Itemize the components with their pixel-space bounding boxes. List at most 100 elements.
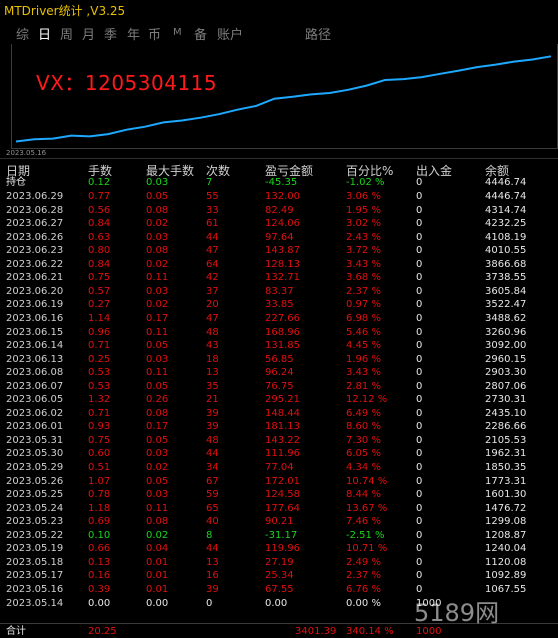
- cell-pl: 83.37: [265, 285, 294, 297]
- cell-max_lots: 0.02: [146, 299, 169, 311]
- table-row[interactable]: 2023.06.23 0.80 0.08 47 143.87 3.72 % 0 4010.55: [0, 244, 558, 257]
- cell-lots: 0.84: [88, 258, 111, 270]
- cell-inout: 0: [416, 231, 423, 243]
- cell-date: 2023.06.19: [6, 299, 64, 311]
- table-row[interactable]: 2023.06.07 0.53 0.05 35 76.75 2.81 % 0 2807.06: [0, 380, 558, 393]
- cell-max_lots: 0.01: [146, 583, 169, 595]
- cell-lots: 0.71: [88, 340, 111, 352]
- cell-inout: 0: [416, 516, 423, 528]
- cell-balance: 2435.10: [485, 407, 527, 419]
- table-row[interactable]: 2023.06.05 1.32 0.26 21 295.21 12.12 % 0 2730.3…: [0, 393, 558, 406]
- table-row[interactable]: 2023.05.30 0.60 0.03 44 111.96 6.05 % 0 1962.31: [0, 447, 558, 460]
- cell-inout: 0: [416, 312, 423, 324]
- cell-date: 2023.06.21: [6, 272, 64, 284]
- cell-count: 47: [206, 245, 219, 257]
- table-row[interactable]: 2023.06.14 0.71 0.05 43 131.85 4.45 % 0 3092.00: [0, 339, 558, 352]
- cell-lots: 1.14: [88, 312, 111, 324]
- table-row[interactable]: 2023.06.16 1.14 0.17 47 227.66 6.98 % 0 3488.62: [0, 312, 558, 325]
- table-row[interactable]: 2023.05.22 0.10 0.02 8 -31.17 -2.51 % 0 1208.87: [0, 529, 558, 542]
- cell-date: 2023.06.05: [6, 394, 64, 406]
- tab-10[interactable]: 路径: [305, 24, 331, 43]
- cell-pl: 148.44: [265, 407, 300, 419]
- cell-max_lots: 0.26: [146, 394, 169, 406]
- tab-3[interactable]: 月: [82, 24, 95, 43]
- cell-pl: 67.55: [265, 583, 294, 595]
- cell-date: 2023.06.20: [6, 285, 64, 297]
- cell-pl: 181.13: [265, 421, 300, 433]
- cell-lots: 0.63: [88, 231, 111, 243]
- open-positions-row[interactable]: 持仓 0.12 0.03 7 -45.35 -1.02 % 0 4446.74: [0, 176, 558, 189]
- tab-8[interactable]: 备: [194, 24, 207, 43]
- table-row[interactable]: 2023.06.26 0.63 0.03 44 97.64 2.43 % 0 4108.19: [0, 231, 558, 244]
- cell-inout: 0: [416, 380, 423, 392]
- cell-pl: 0.00: [265, 597, 288, 609]
- table-row[interactable]: 2023.05.29 0.51 0.02 34 77.04 4.34 % 0 1850.35: [0, 461, 558, 474]
- table-row[interactable]: 2023.06.15 0.96 0.11 48 168.96 5.46 % 0 3260.96: [0, 326, 558, 339]
- cell-count: 37: [206, 285, 219, 297]
- cell-pl: 172.01: [265, 475, 300, 487]
- cell-pct: 6.76 %: [346, 583, 381, 595]
- cell-inout: 0: [416, 556, 423, 568]
- cell-pct: 4.34 %: [346, 462, 381, 473]
- cell-balance: 4446.74: [485, 177, 527, 188]
- cell-balance: 1092.89: [485, 570, 527, 582]
- cell-date: 2023.06.15: [6, 326, 64, 338]
- cell-balance: 1601.30: [485, 489, 527, 501]
- tab-0[interactable]: 综: [16, 24, 29, 43]
- cell-count: 55: [206, 191, 219, 202]
- tab-5[interactable]: 年: [127, 24, 140, 43]
- tab-6[interactable]: 币: [148, 24, 161, 43]
- table-row[interactable]: 2023.06.19 0.27 0.02 20 33.85 0.97 % 0 3522.47: [0, 298, 558, 311]
- cell-pct: 7.30 %: [346, 434, 381, 446]
- cell-count: 39: [206, 583, 219, 595]
- tab-1[interactable]: 日: [38, 24, 51, 43]
- cell-pl: 124.06: [265, 218, 300, 230]
- cell-lots: 0.80: [88, 245, 111, 257]
- cell-pl: -31.17: [265, 529, 298, 541]
- table-row[interactable]: 2023.06.27 0.84 0.02 61 124.06 3.02 % 0 4232.25: [0, 217, 558, 230]
- cell-max_lots: 0.08: [146, 204, 169, 216]
- table-row[interactable]: 2023.05.23 0.69 0.08 40 90.21 7.46 % 0 1299.08: [0, 515, 558, 528]
- cell-balance: 1850.35: [485, 462, 527, 473]
- cell-max_lots: 0.11: [146, 326, 169, 338]
- tab-2[interactable]: 周: [60, 24, 73, 43]
- cell-count: 42: [206, 272, 219, 284]
- table-row[interactable]: 2023.05.19 0.66 0.04 44 119.96 10.71 % 0 1240.0…: [0, 542, 558, 555]
- table-row[interactable]: 2023.06.02 0.71 0.08 39 148.44 6.49 % 0 2435.10: [0, 407, 558, 420]
- cell-count: 13: [206, 367, 219, 379]
- table-row[interactable]: 2023.06.20 0.57 0.03 37 83.37 2.37 % 0 3605.84: [0, 285, 558, 298]
- cell-date: 持仓: [6, 177, 26, 188]
- cell-lots: 0.16: [88, 570, 111, 582]
- cell-lots: 0.75: [88, 434, 111, 446]
- table-row[interactable]: 2023.06.21 0.75 0.11 42 132.71 3.68 % 0 3738.55: [0, 271, 558, 284]
- table-row[interactable]: 2023.06.29 0.77 0.05 55 132.00 3.06 % 0 4446.74: [0, 190, 558, 203]
- cell-inout: 0: [416, 489, 423, 501]
- table-row[interactable]: 2023.05.25 0.78 0.03 59 124.58 8.44 % 0 1601.30: [0, 488, 558, 501]
- table-row[interactable]: 2023.05.18 0.13 0.01 13 27.19 2.49 % 0 1120.08: [0, 556, 558, 569]
- cell-inout: 0: [416, 367, 423, 379]
- tab-4[interactable]: 季: [104, 24, 117, 43]
- table-row[interactable]: 2023.05.31 0.75 0.05 48 143.22 7.30 % 0 2105.53: [0, 434, 558, 447]
- cell-balance: 4108.19: [485, 231, 527, 243]
- cell-balance: 3866.68: [485, 258, 527, 270]
- table-row[interactable]: 2023.05.17 0.16 0.01 16 25.34 2.37 % 0 1092.89: [0, 569, 558, 582]
- cell-count: 43: [206, 340, 219, 352]
- cell-date: 2023.05.14: [6, 597, 64, 609]
- tab-7[interactable]: M: [173, 27, 182, 38]
- cell-inout: 0: [416, 475, 423, 487]
- cell-balance: 3488.62: [485, 312, 527, 324]
- tab-9[interactable]: 账户: [217, 24, 243, 43]
- table-row[interactable]: 2023.05.24 1.18 0.11 65 177.64 13.67 % 0 1476.7…: [0, 502, 558, 515]
- balance-curve-svg: [15, 55, 552, 143]
- cell-lots: 1.18: [88, 502, 111, 514]
- table-row[interactable]: 2023.06.13 0.25 0.03 18 56.85 1.96 % 0 2960.15: [0, 353, 558, 366]
- table-row[interactable]: 2023.06.22 0.84 0.02 64 128.13 3.43 % 0 3866.68: [0, 258, 558, 271]
- table-row[interactable]: 2023.05.16 0.39 0.01 39 67.55 6.76 % 0 1067.55: [0, 583, 558, 596]
- table-row[interactable]: 2023.06.01 0.93 0.17 39 181.13 8.60 % 0 2286.66: [0, 420, 558, 433]
- cell-pl: 119.96: [265, 543, 300, 555]
- table-row[interactable]: 2023.06.28 0.56 0.08 33 82.49 1.95 % 0 4314.74: [0, 204, 558, 217]
- table-row[interactable]: 2023.06.08 0.53 0.11 13 96.24 3.43 % 0 2903.30: [0, 366, 558, 379]
- cell-pl: 111.96: [265, 448, 300, 460]
- table-row[interactable]: 2023.05.26 1.07 0.05 67 172.01 10.74 % 0 1773.3…: [0, 475, 558, 488]
- cell-pct: 3.72 %: [346, 245, 381, 257]
